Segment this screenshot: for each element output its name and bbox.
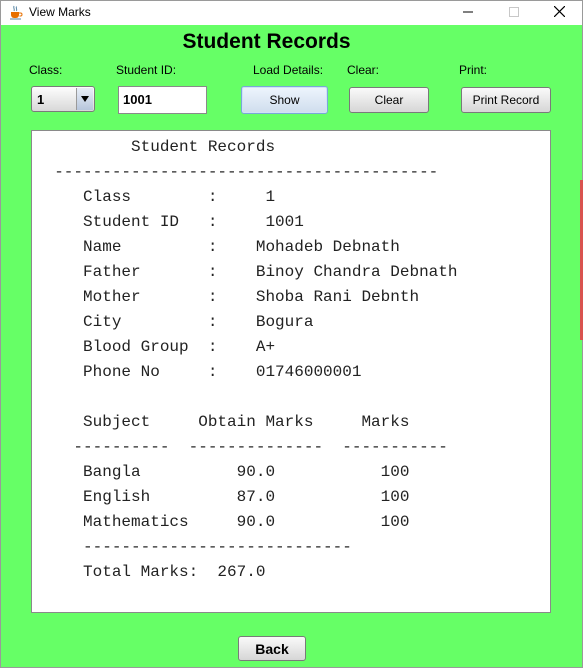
minimize-icon [463, 4, 473, 22]
record-text-area[interactable]: Student Records ------------------------… [31, 130, 551, 613]
record-text: Student Records ------------------------… [54, 138, 458, 581]
clear-label: Clear: [347, 63, 380, 77]
student-id-label: Student ID: [116, 63, 177, 77]
maximize-icon [509, 4, 519, 22]
back-button[interactable]: Back [238, 636, 306, 661]
view-marks-window: View Marks Student Records Class: Studen… [0, 0, 583, 668]
print-record-button[interactable]: Print Record [461, 87, 551, 113]
java-cup-icon [8, 5, 23, 20]
maximize-button[interactable] [491, 1, 537, 25]
page-heading: Student Records [182, 30, 351, 53]
class-select-value: 1 [37, 92, 45, 107]
print-label: Print: [459, 63, 488, 77]
class-select[interactable]: 1 [31, 86, 95, 112]
triangle-down-icon[interactable] [76, 88, 93, 110]
load-details-label: Load Details: [253, 63, 324, 77]
close-button[interactable] [536, 1, 582, 25]
minimize-button[interactable] [445, 1, 491, 25]
title-bar: View Marks [1, 1, 582, 25]
window-title: View Marks [29, 5, 91, 19]
show-button[interactable]: Show [241, 86, 328, 114]
student-id-field[interactable]: 1001 [118, 86, 207, 114]
close-icon [553, 4, 565, 22]
class-label: Class: [29, 63, 63, 77]
clear-button[interactable]: Clear [349, 87, 429, 113]
